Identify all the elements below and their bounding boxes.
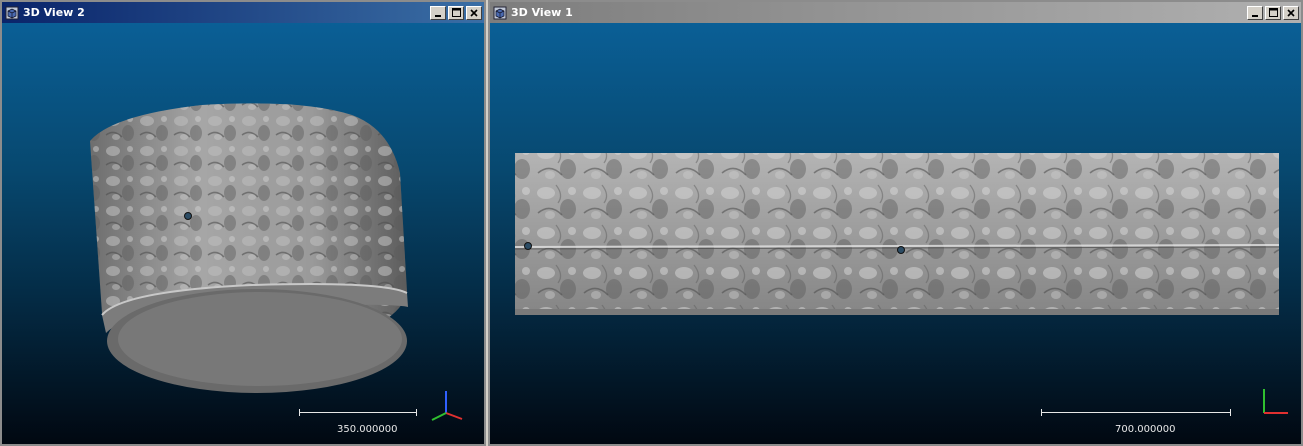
view2-viewport[interactable]: 350.000000 (2, 23, 484, 444)
cube-window-icon (5, 6, 19, 19)
maximize-icon (451, 8, 461, 17)
view2-title: 3D View 2 (23, 6, 85, 19)
view1-minimize-button[interactable] (1247, 5, 1263, 20)
view1-window[interactable]: 3D View 1 700.000000 (488, 0, 1303, 446)
view2-maximize-button[interactable] (448, 5, 464, 20)
view1-scale-label: 700.000000 (1115, 424, 1176, 435)
axis-triad-icon (1263, 389, 1288, 414)
view1-maximize-button[interactable] (1265, 5, 1281, 20)
minimize-icon (1252, 14, 1258, 17)
maximize-icon (1268, 8, 1278, 17)
view1-titlebar[interactable]: 3D View 1 (490, 2, 1301, 23)
unrolled-mesh-render (514, 153, 1280, 315)
minimize-icon (435, 14, 441, 17)
close-icon (1287, 8, 1295, 17)
close-icon (470, 8, 478, 17)
view2-titlebar[interactable]: 3D View 2 (2, 2, 484, 23)
view2-window[interactable]: 3D View 2 350.000000 (0, 0, 486, 446)
view1-close-button[interactable] (1283, 5, 1299, 20)
view2-close-button[interactable] (466, 5, 482, 20)
view1-viewport[interactable]: 700.000000 (490, 23, 1301, 444)
view2-scale-label: 350.000000 (337, 424, 398, 435)
cube-window-icon (493, 6, 507, 19)
view2-minimize-button[interactable] (430, 5, 446, 20)
axis-triad-icon (431, 391, 463, 421)
view1-title: 3D View 1 (511, 6, 573, 19)
cylinder-mesh-render (90, 103, 408, 393)
